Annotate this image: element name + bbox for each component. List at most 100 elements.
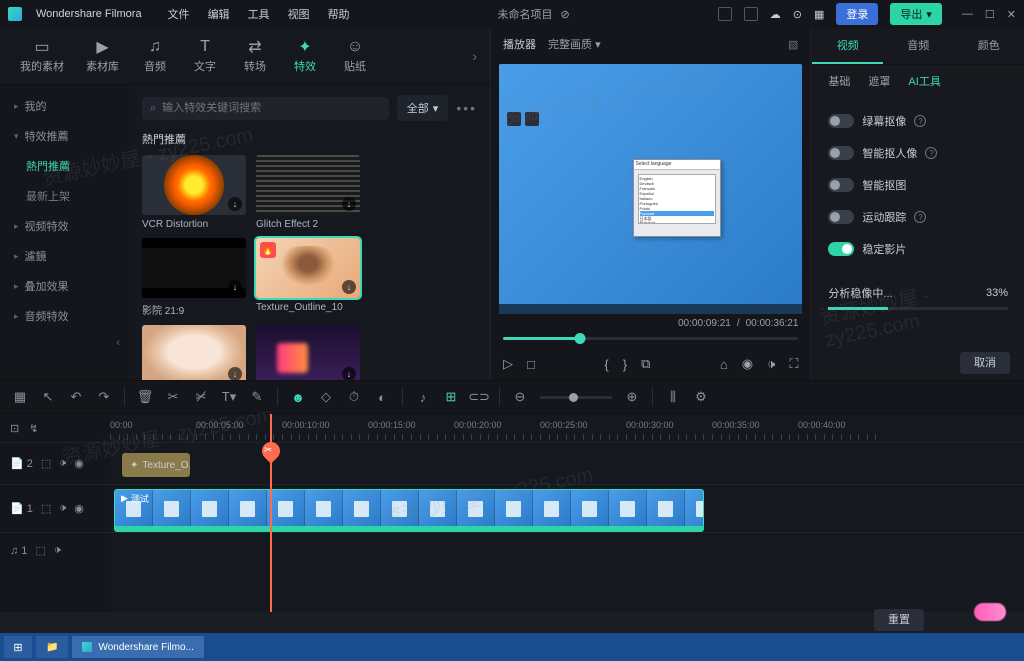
zoom-in-icon[interactable]: ⊕ [624,389,640,405]
settings-icon[interactable]: ⚙ [693,389,709,405]
cat-tab-effect[interactable]: ✦特效 [283,34,327,78]
tl-sync-icon[interactable]: ↯ [29,422,38,435]
effect-thumb[interactable]: ↓VCR Distortion [142,155,246,230]
more-icon[interactable]: ••• [456,100,477,116]
download-icon[interactable]: ↓ [228,197,242,211]
keyframe-icon[interactable]: ◇ [318,389,334,405]
mixer-icon[interactable]: ⫼ [665,389,681,405]
effect-thumb[interactable]: ↓ [256,325,360,380]
toggle-switch[interactable] [828,146,854,160]
fx-clip[interactable]: ✦ Texture_O... [122,453,190,477]
track-lock-icon[interactable]: ⬚ [41,457,51,470]
track-lock-icon[interactable]: ⬚ [41,502,51,515]
volume-icon[interactable]: 🕩 [767,356,775,372]
info-icon[interactable]: ? [914,115,926,127]
menu-文件[interactable]: 文件 [168,6,190,22]
track-lock-icon[interactable]: ⬚ [35,544,45,557]
track-mute-icon[interactable]: 🕩 [54,544,61,557]
cancel-button[interactable]: 取消 [960,352,1010,374]
display-icon[interactable]: ⌂ [720,357,728,372]
sidebar-item[interactable]: 音频特效 [0,301,130,331]
track-head-audio[interactable]: ♫ 1 ⬚ 🕩 [0,532,110,568]
sidebar-item[interactable]: 叠加效果 [0,271,130,301]
track-eye-icon[interactable]: ◉ [74,457,84,470]
clip-icon[interactable]: ⧉ [641,356,650,372]
sidebar-item[interactable]: 视频特效 [0,211,130,241]
cloud-icon[interactable]: ☁ [770,8,781,21]
project-name[interactable]: 未命名项目 [498,6,553,22]
tl-lock-icon[interactable]: ⊡ [10,422,19,435]
menu-工具[interactable]: 工具 [248,6,270,22]
login-button[interactable]: 登录 [836,3,878,25]
playhead[interactable]: ✂ [270,414,272,612]
prop-subtab[interactable]: 遮罩 [868,73,890,89]
download-icon[interactable]: ↓ [228,280,242,294]
cat-tab-sticker[interactable]: ☺贴纸 [333,34,377,78]
cut-icon[interactable]: ✂ [165,389,181,405]
track-eye-icon[interactable]: ◉ [74,502,84,515]
video-track[interactable]: ▶ 测试 [110,484,1024,532]
track-mute-icon[interactable]: 🕩 [59,502,66,515]
undo-icon[interactable]: ↶ [68,389,84,405]
color-icon[interactable]: ◐ [374,390,390,405]
cat-tab-audio[interactable]: ♫音频 [133,34,177,78]
preview-progress[interactable] [503,337,798,340]
effect-thumb[interactable]: 🔥↓Texture_Outline_10 [256,238,360,317]
export-button[interactable]: 导出▾ [890,3,942,25]
cat-tab-media[interactable]: ▭我的素材 [12,34,72,78]
sidebar-collapse-icon[interactable]: ‹ [0,331,130,355]
pointer-icon[interactable]: ↖ [40,389,56,405]
link-icon[interactable]: ⊂⊃ [471,389,487,405]
sidebar-item[interactable]: 我的 [0,91,130,121]
audio-track[interactable] [110,532,1024,568]
download-icon[interactable]: ↓ [342,367,356,380]
delete-icon[interactable]: 🗑 [137,389,153,405]
headphone-icon[interactable]: ⊙ [793,8,802,21]
info-icon[interactable]: ? [914,211,926,223]
video-clip[interactable]: ▶ 测试 [114,489,704,529]
mark-in-icon[interactable]: { [604,357,608,372]
search-input[interactable] [162,102,381,114]
save-icon[interactable] [744,7,758,21]
effect-thumb[interactable]: ↓影院 21:9 [142,238,246,317]
edit-icon[interactable]: ✎ [249,389,265,405]
minimize-icon[interactable]: — [962,8,973,21]
menu-帮助[interactable]: 帮助 [328,6,350,22]
prop-tab[interactable]: 音频 [883,28,954,64]
grid-icon[interactable]: ▦ [814,8,824,21]
toggle-switch[interactable] [828,114,854,128]
toggle-switch[interactable] [828,178,854,192]
track-head-video[interactable]: 📄 1 ⬚ 🕩 ◉ [0,484,110,532]
text-tool-icon[interactable]: T▾ [221,389,237,405]
mark-out-icon[interactable]: } [623,357,627,372]
zoom-out-icon[interactable]: ⊖ [512,389,528,405]
grid-view-icon[interactable]: ▦ [12,389,28,405]
timeline-ruler[interactable]: 00:0000:00:05:0000:00:10:0000:00:15:0000… [110,414,1024,442]
ai-icon[interactable]: ☻ [290,390,306,405]
sidebar-item[interactable]: 濾鏡 [0,241,130,271]
start-button[interactable]: ⊞ [4,636,32,658]
reset-button[interactable]: 重置 [874,609,924,631]
sidebar-subitem[interactable]: 最新上架 [0,181,130,211]
sidebar-item[interactable]: 特效推薦 [0,121,130,151]
search-box[interactable]: ⌕ [142,97,389,120]
track-mute-icon[interactable]: 🕩 [59,457,66,470]
prop-subtab[interactable]: AI工具 [908,73,940,89]
stop-icon[interactable]: □ [527,357,535,372]
toggle-switch[interactable] [828,242,854,256]
maximize-icon[interactable]: ☐ [985,8,995,21]
snapshot-icon[interactable]: ▧ [788,38,798,51]
cat-tab-text[interactable]: T文字 [183,34,227,78]
toggle-switch[interactable] [828,210,854,224]
taskbar-explorer[interactable]: 📁 [36,636,68,658]
sidebar-subitem[interactable]: 熱門推薦 [0,151,130,181]
cat-tab-transition[interactable]: ⇄转场 [233,34,277,78]
download-icon[interactable]: ↓ [228,367,242,380]
cat-more-icon[interactable]: › [472,48,477,64]
timeline-body[interactable]: 00:0000:00:05:0000:00:10:0000:00:15:0000… [110,414,1024,612]
download-icon[interactable]: ↓ [342,280,356,294]
menu-视图[interactable]: 视图 [288,6,310,22]
prop-subtab[interactable]: 基础 [828,73,850,89]
camera-icon[interactable]: ◉ [742,356,753,372]
cat-tab-stock[interactable]: ▶素材库 [78,34,127,78]
